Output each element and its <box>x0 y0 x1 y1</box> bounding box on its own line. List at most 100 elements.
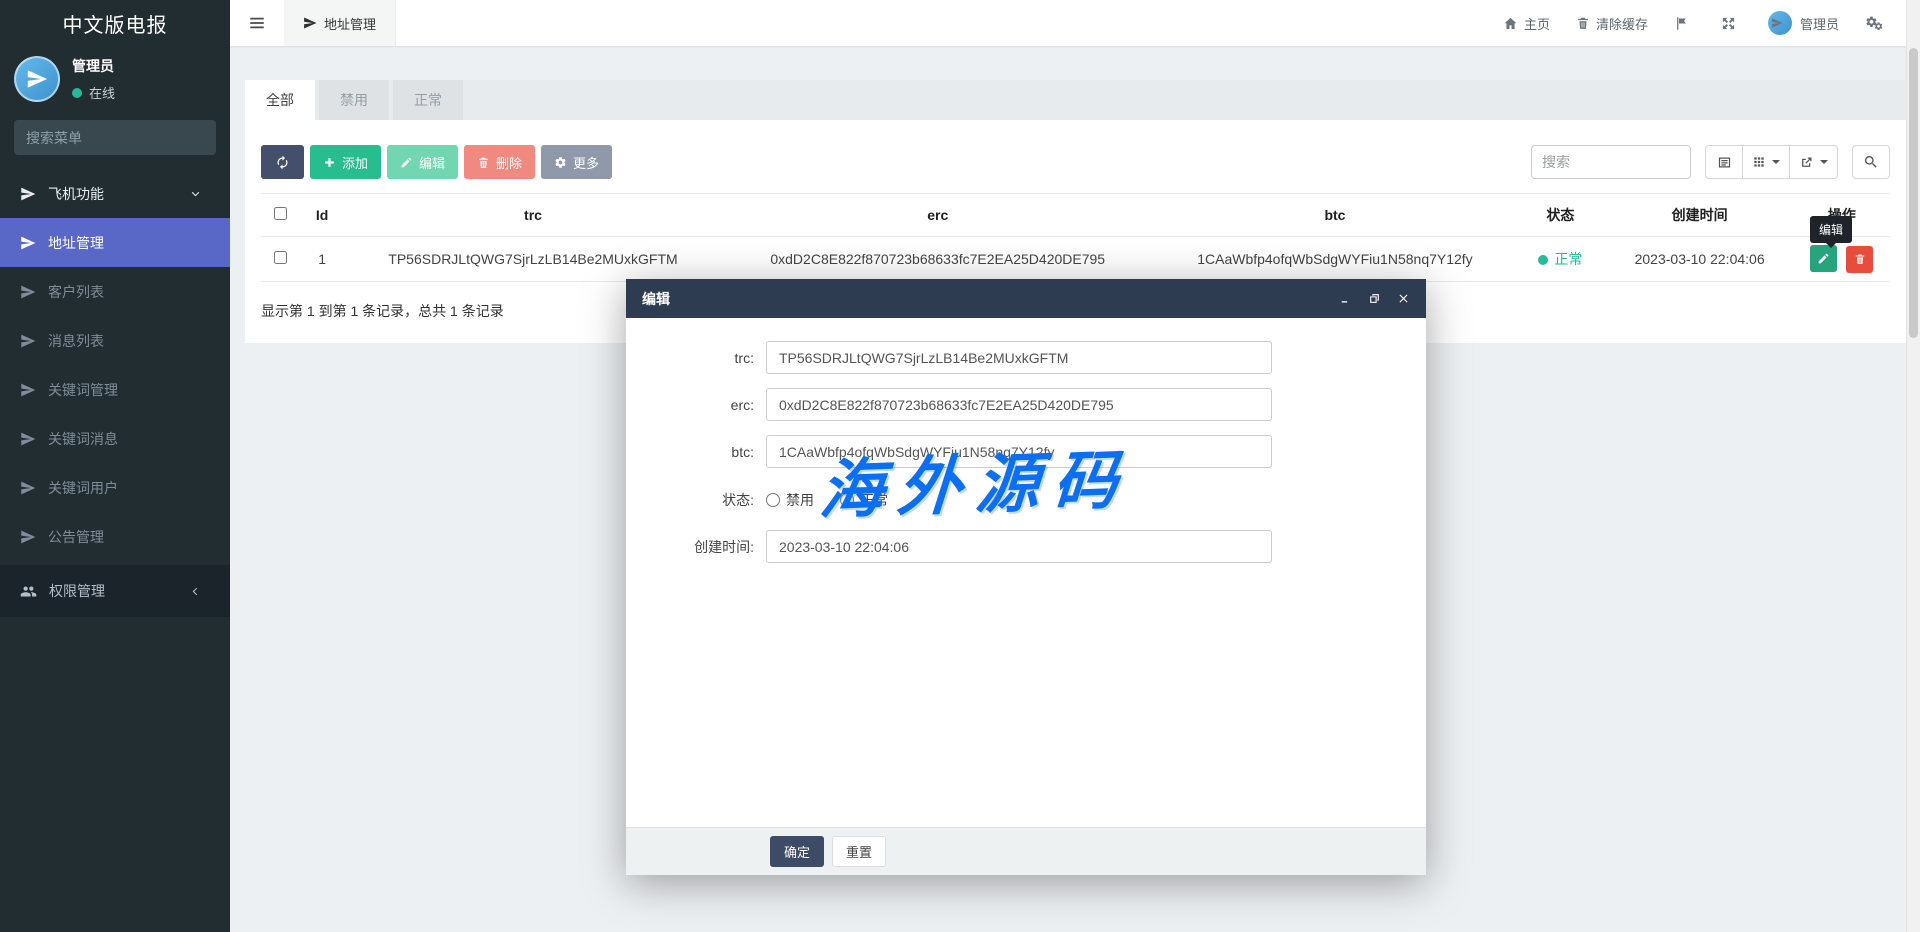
delete-button[interactable]: 删除 <box>464 145 535 179</box>
columns-grid-icon <box>1752 155 1766 169</box>
column-header-status[interactable]: 状态 <box>1515 194 1605 237</box>
columns-button[interactable] <box>1743 145 1790 179</box>
minimize-button[interactable] <box>1339 292 1352 305</box>
sidebar-item-announcement-management[interactable]: 公告管理 <box>0 512 230 561</box>
trash-icon <box>1576 16 1590 30</box>
toolbar: 添加 编辑 删除 更多 <box>261 145 1890 179</box>
pencil-icon <box>1817 252 1830 265</box>
scrollbar-thumb[interactable] <box>1909 48 1918 338</box>
hamburger-icon <box>248 14 266 32</box>
sidebar-search[interactable] <box>14 120 216 155</box>
chevron-left-icon <box>189 585 202 598</box>
dialog-title: 编辑 <box>642 289 670 309</box>
pencil-icon <box>400 156 413 169</box>
settings-menu[interactable] <box>1865 15 1890 32</box>
erc-field[interactable] <box>766 388 1272 421</box>
row-delete-button[interactable] <box>1846 246 1873 273</box>
table-view-controls <box>1705 145 1838 179</box>
trash-icon <box>1854 253 1866 265</box>
clear-cache-link[interactable]: 清除缓存 <box>1576 14 1648 33</box>
sidebar-item-customer-list[interactable]: 客户列表 <box>0 267 230 316</box>
paper-plane-icon <box>20 382 36 398</box>
paper-plane-icon <box>20 284 36 300</box>
table-row[interactable]: 1 TP56SDRJLtQWG7SjrLzLB14Be2MUxkGFTM 0xd… <box>261 237 1890 282</box>
paper-plane-icon <box>20 431 36 447</box>
table-search-input[interactable] <box>1531 145 1691 179</box>
created-label: 创建时间: <box>626 537 766 557</box>
column-header-id[interactable]: Id <box>299 194 345 237</box>
sidebar-item-permission-management[interactable]: 权限管理 <box>0 565 230 617</box>
btc-label: btc: <box>626 444 766 460</box>
column-header-trc[interactable]: trc <box>345 194 721 237</box>
close-button[interactable] <box>1397 292 1410 305</box>
detail-view-button[interactable] <box>1705 145 1743 179</box>
tab-disabled[interactable]: 禁用 <box>319 80 389 120</box>
fullscreen-icon <box>1721 16 1736 31</box>
edit-tooltip: 编辑 <box>1810 216 1852 243</box>
refresh-button[interactable] <box>261 145 304 179</box>
search-button[interactable] <box>1852 145 1890 179</box>
created-field[interactable] <box>766 530 1272 563</box>
trc-field[interactable] <box>766 341 1272 374</box>
tab-address-management[interactable]: 地址管理 <box>284 0 396 46</box>
erc-label: erc: <box>626 397 766 413</box>
dialog-header[interactable]: 编辑 <box>626 279 1426 318</box>
tab-all[interactable]: 全部 <box>245 80 315 120</box>
telegram-avatar <box>1768 11 1792 35</box>
column-header-erc[interactable]: erc <box>721 194 1155 237</box>
sidebar-toggle-button[interactable] <box>230 0 284 46</box>
language-switch[interactable] <box>1674 16 1695 31</box>
cell-btc: 1CAaWbfp4ofqWbSdgWYFiu1N58nq7Y12fy <box>1155 237 1516 282</box>
dialog-footer: 确定 重置 <box>626 827 1426 875</box>
home-link[interactable]: 主页 <box>1503 14 1550 33</box>
vertical-scrollbar[interactable] <box>1906 0 1920 932</box>
edit-button[interactable]: 编辑 <box>387 145 458 179</box>
status-option-normal[interactable]: 正常 <box>840 490 888 510</box>
maximize-button[interactable] <box>1368 292 1381 305</box>
btc-field[interactable] <box>766 435 1272 468</box>
ok-button[interactable]: 确定 <box>770 836 824 867</box>
sidebar-item-message-list[interactable]: 消息列表 <box>0 316 230 365</box>
paper-plane-icon <box>20 186 36 202</box>
paper-plane-icon <box>20 235 36 251</box>
detail-view-icon <box>1717 155 1732 170</box>
caret-down-icon <box>1820 160 1828 164</box>
language-flag-icon <box>1674 16 1689 31</box>
trc-label: trc: <box>626 350 766 366</box>
fullscreen-button[interactable] <box>1721 16 1742 31</box>
user-menu[interactable]: 管理员 <box>1768 11 1839 35</box>
reset-button[interactable]: 重置 <box>832 836 886 867</box>
sidebar-search-input[interactable] <box>26 130 207 146</box>
more-button[interactable]: 更多 <box>541 145 612 179</box>
caret-down-icon <box>1772 160 1780 164</box>
tab-normal[interactable]: 正常 <box>393 80 463 120</box>
top-navbar: 地址管理 主页 清除缓存 管理员 <box>230 0 1920 46</box>
edit-dialog: 编辑 trc: erc: btc: 状态: 禁用 正常 <box>626 279 1426 875</box>
sidebar-menu: 飞机功能 地址管理 客户列表 消息列表 关键词管理 关键词消息 关键词用户 <box>0 169 230 617</box>
disabled-radio[interactable] <box>766 493 780 507</box>
cell-trc: TP56SDRJLtQWG7SjrLzLB14Be2MUxkGFTM <box>345 237 721 282</box>
sidebar-item-keyword-message[interactable]: 关键词消息 <box>0 414 230 463</box>
plus-icon <box>323 156 336 169</box>
normal-radio[interactable] <box>840 493 854 507</box>
status-option-disabled[interactable]: 禁用 <box>766 490 814 510</box>
select-all-checkbox[interactable] <box>274 207 287 220</box>
sidebar-item-keyword-management[interactable]: 关键词管理 <box>0 365 230 414</box>
gear-icon <box>554 156 567 169</box>
users-icon <box>20 583 37 600</box>
export-button[interactable] <box>1790 145 1838 179</box>
column-header-btc[interactable]: btc <box>1155 194 1516 237</box>
sidebar-item-address-management[interactable]: 地址管理 <box>0 218 230 267</box>
search-icon <box>1863 154 1879 170</box>
column-header-created[interactable]: 创建时间 <box>1605 194 1793 237</box>
sidebar-item-keyword-user[interactable]: 关键词用户 <box>0 463 230 512</box>
sidebar-item-plane-functions[interactable]: 飞机功能 <box>0 169 230 218</box>
cell-erc: 0xdD2C8E822f870723b68633fc7E2EA25D420DE7… <box>721 237 1155 282</box>
row-edit-button[interactable] <box>1810 245 1837 272</box>
panel-tabs: 全部 禁用 正常 <box>245 80 1906 120</box>
minimize-icon <box>1339 292 1352 305</box>
add-button[interactable]: 添加 <box>310 145 381 179</box>
chevron-down-icon <box>189 187 202 200</box>
row-checkbox[interactable] <box>274 251 287 264</box>
maximize-icon <box>1368 292 1381 305</box>
